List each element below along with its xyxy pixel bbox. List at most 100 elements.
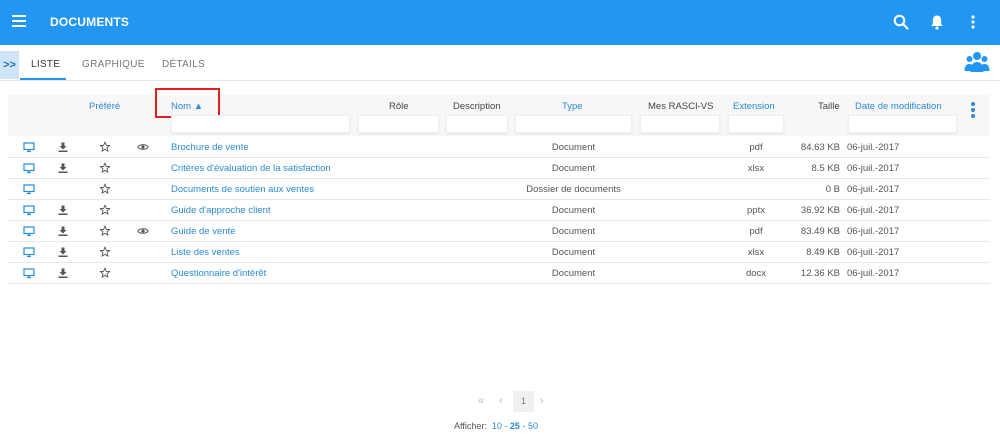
- table-row[interactable]: Documents de soutien aux ventes Dossier d…: [8, 179, 990, 200]
- menu-icon[interactable]: [12, 15, 26, 27]
- download-icon[interactable]: [57, 204, 69, 216]
- document-name-link[interactable]: Guide de vente: [171, 226, 235, 237]
- more-vert-icon[interactable]: [964, 13, 982, 31]
- document-type: Document: [551, 142, 596, 153]
- document-size: 83.49 KB: [800, 226, 840, 237]
- document-name-link[interactable]: Guide d'approche client: [171, 205, 271, 216]
- star-icon[interactable]: [99, 162, 111, 174]
- star-icon[interactable]: [99, 204, 111, 216]
- preview-icon[interactable]: [23, 204, 35, 216]
- preview-icon[interactable]: [23, 141, 35, 153]
- active-tab-indicator: [20, 78, 66, 80]
- document-size: 84.63 KB: [800, 142, 840, 153]
- download-icon[interactable]: [57, 267, 69, 279]
- download-icon[interactable]: [57, 162, 69, 174]
- document-extension: docx: [745, 268, 767, 279]
- highlight-box: [155, 88, 220, 118]
- filter-role-input[interactable]: [358, 115, 439, 133]
- page-size-selector: Afficher: 10 - 25 - 50: [454, 421, 538, 431]
- document-extension: xlsx: [747, 247, 765, 258]
- column-options-icon[interactable]: [971, 102, 976, 120]
- app-title: DOCUMENTS: [50, 15, 130, 29]
- page-size-separator: -: [504, 421, 508, 431]
- document-size: 8.49 KB: [806, 247, 840, 258]
- preview-icon[interactable]: [23, 162, 35, 174]
- column-header-role[interactable]: Rôle: [389, 101, 409, 112]
- filter-extension-input[interactable]: [728, 115, 784, 133]
- tab-details[interactable]: DÉTAILS: [162, 59, 205, 70]
- page-size-25[interactable]: 25: [510, 421, 520, 431]
- document-type: Document: [551, 226, 596, 237]
- document-extension: pdf: [749, 142, 763, 153]
- column-header-extension[interactable]: Extension: [733, 101, 775, 112]
- document-date: 06-juil.-2017: [847, 205, 900, 216]
- document-extension: pptx: [747, 205, 765, 216]
- table-row[interactable]: Guide de vente Document pdf 83.49 KB 06-juil…: [8, 221, 990, 242]
- document-type: Document: [551, 268, 596, 279]
- app-header: DOCUMENTS: [0, 0, 1000, 45]
- column-header-description[interactable]: Description: [453, 101, 501, 112]
- document-date: 06-juil.-2017: [847, 247, 900, 258]
- document-name-link[interactable]: Documents de soutien aux ventes: [171, 184, 314, 195]
- column-header-date[interactable]: Date de modification: [855, 101, 942, 112]
- filter-description-input[interactable]: [446, 115, 508, 133]
- table-row[interactable]: Guide d'approche client Document pptx 36.92…: [8, 200, 990, 221]
- document-size: 8.5 KB: [811, 163, 840, 174]
- bell-icon[interactable]: [928, 13, 946, 31]
- star-icon[interactable]: [99, 267, 111, 279]
- document-type: Dossier de documents: [526, 184, 621, 195]
- document-type: Document: [551, 163, 596, 174]
- document-date: 06-juil.-2017: [847, 163, 900, 174]
- document-date: 06-juil.-2017: [847, 226, 900, 237]
- column-header-type[interactable]: Type: [562, 101, 583, 112]
- document-name-link[interactable]: Critères d'évaluation de la satisfaction: [171, 163, 331, 174]
- expand-panel-button[interactable]: >>: [0, 51, 19, 79]
- download-icon[interactable]: [57, 141, 69, 153]
- next-page-button[interactable]: ›: [540, 395, 544, 407]
- star-icon[interactable]: [99, 141, 111, 153]
- download-icon[interactable]: [57, 246, 69, 258]
- document-name-link[interactable]: Liste des ventes: [171, 247, 240, 258]
- document-extension: xlsx: [747, 163, 765, 174]
- preview-icon[interactable]: [23, 267, 35, 279]
- star-icon[interactable]: [99, 246, 111, 258]
- document-name-link[interactable]: Questionnaire d'intérêt: [171, 268, 266, 279]
- column-header-prefere[interactable]: Préféré: [89, 101, 120, 112]
- current-page[interactable]: 1: [513, 391, 534, 412]
- document-size: 12.36 KB: [800, 268, 840, 279]
- document-date: 06-juil.-2017: [847, 268, 900, 279]
- table-row[interactable]: Questionnaire d'intérêt Document docx 12.36…: [8, 263, 990, 284]
- document-size: 0 B: [825, 184, 840, 195]
- preview-icon[interactable]: [23, 183, 35, 195]
- document-name-link[interactable]: Brochure de vente: [171, 142, 249, 153]
- preview-icon[interactable]: [23, 246, 35, 258]
- users-group-icon[interactable]: [964, 50, 990, 74]
- tab-graphique[interactable]: GRAPHIQUE: [82, 59, 145, 70]
- preview-icon[interactable]: [23, 225, 35, 237]
- document-type: Document: [551, 205, 596, 216]
- page-size-50[interactable]: 50: [528, 421, 538, 431]
- tab-liste[interactable]: LISTE: [31, 59, 60, 70]
- eye-icon[interactable]: [137, 225, 149, 237]
- document-date: 06-juil.-2017: [847, 184, 900, 195]
- column-header-rasci[interactable]: Mes RASCI-VS: [648, 101, 713, 112]
- column-header-taille[interactable]: Taille: [818, 101, 840, 112]
- filter-date-input[interactable]: [848, 115, 957, 133]
- page-size-separator: -: [522, 421, 526, 431]
- download-icon[interactable]: [57, 225, 69, 237]
- search-icon[interactable]: [892, 13, 910, 31]
- prev-page-button[interactable]: ‹: [499, 395, 503, 407]
- document-date: 06-juil.-2017: [847, 142, 900, 153]
- table-row[interactable]: Brochure de vente Document pdf 84.63 KB 06-j…: [8, 137, 990, 158]
- first-page-button[interactable]: «: [478, 395, 484, 407]
- filter-rasci-input[interactable]: [640, 115, 720, 133]
- filter-nom-input[interactable]: [171, 115, 350, 133]
- page-size-10[interactable]: 10: [492, 421, 502, 431]
- table-row[interactable]: Critères d'évaluation de la satisfaction…: [8, 158, 990, 179]
- tabs-bar: >> LISTE GRAPHIQUE DÉTAILS: [0, 47, 1000, 81]
- star-icon[interactable]: [99, 225, 111, 237]
- star-icon[interactable]: [99, 183, 111, 195]
- eye-icon[interactable]: [137, 141, 149, 153]
- table-row[interactable]: Liste des ventes Document xlsx 8.49 KB 06-ju…: [8, 242, 990, 263]
- filter-type-input[interactable]: [515, 115, 632, 133]
